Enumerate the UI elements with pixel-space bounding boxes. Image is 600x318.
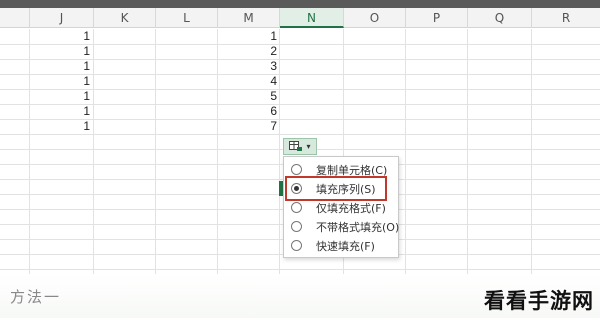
caption-text: 方法一 [10,288,62,306]
menu-item-label: 快速填充(F) [316,239,375,253]
column-header-k[interactable]: K [94,8,156,28]
window-top-strip [0,0,600,8]
column-header-o[interactable]: O [344,8,406,28]
cell-m-4[interactable]: 4 [217,74,277,89]
cell-j-1[interactable]: 1 [30,29,90,44]
menu-item-fill-without-formatting[interactable]: 不带格式填充(O) [284,217,400,236]
menu-item-label: 仅填充格式(F) [316,201,386,215]
cell-m-7[interactable]: 7 [217,119,277,134]
column-header-p[interactable]: P [406,8,468,28]
column-header-l[interactable]: L [156,8,218,28]
cell-j-4[interactable]: 1 [30,74,90,89]
column-header-corner [0,8,30,28]
column-header-q[interactable]: Q [468,8,532,28]
cell-m-3[interactable]: 3 [217,59,277,74]
radio-flash-fill[interactable] [291,240,302,251]
column-header-n[interactable]: N [280,8,344,28]
menu-item-label: 不带格式填充(O) [316,220,400,234]
cell-m-6[interactable]: 6 [217,104,277,119]
cell-j-7[interactable]: 1 [30,119,90,134]
column-header-m[interactable]: M [218,8,280,28]
cell-j-6[interactable]: 1 [30,104,90,119]
cell-m-1[interactable]: 1 [217,29,277,44]
chevron-down-icon: ▾ [306,141,311,151]
radio-fill-formatting-only[interactable] [291,202,302,213]
cell-m-2[interactable]: 2 [217,44,277,59]
autofill-options-menu: 复制单元格(C) 填充序列(S) 仅填充格式(F) 不带格式填充(O) 快速填充… [283,156,399,258]
cell-j-3[interactable]: 1 [30,59,90,74]
column-header-r[interactable]: R [532,8,600,28]
column-header-j[interactable]: J [30,8,94,28]
radio-fill-without-formatting[interactable] [291,221,302,232]
watermark-logo-text: 看看手游网 [484,289,594,313]
autofill-options-icon [289,141,303,152]
autofill-options-button[interactable]: ▾ [283,138,317,155]
cell-m-5[interactable]: 5 [217,89,277,104]
radio-copy-cells[interactable] [291,164,302,175]
highlight-annotation-box [285,176,387,201]
column-header-row: J K L M N O P Q R [0,8,600,28]
menu-item-flash-fill[interactable]: 快速填充(F) [284,236,400,255]
cell-j-2[interactable]: 1 [30,44,90,59]
cell-j-5[interactable]: 1 [30,89,90,104]
